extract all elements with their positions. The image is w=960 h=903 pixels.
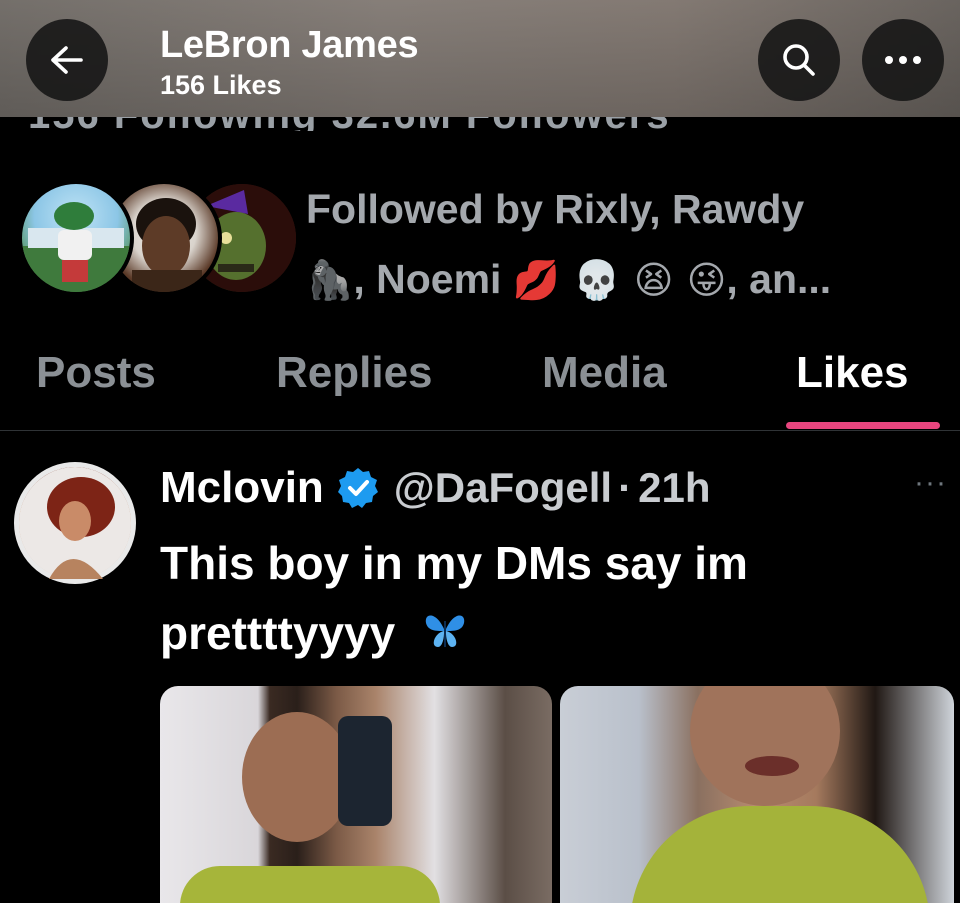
photo-lips <box>745 756 799 776</box>
more-horizontal-icon <box>885 56 921 64</box>
post-media <box>160 686 954 903</box>
followed-by-suffix: , an... <box>726 256 832 302</box>
photo-shirt <box>630 806 930 903</box>
profile-likes-screen: LeBron James 156 Likes 156 Following 32.… <box>0 0 960 903</box>
post-time[interactable]: 21h <box>638 464 710 512</box>
author-avatar[interactable] <box>14 462 136 584</box>
followers-you-know-avatars[interactable] <box>18 180 300 298</box>
arrow-left-icon <box>51 46 83 74</box>
tab-replies[interactable]: Replies <box>276 348 433 398</box>
profile-tabs: Posts Replies Media Likes <box>0 330 960 430</box>
tab-likes[interactable]: Likes <box>796 348 909 398</box>
followed-by-text[interactable]: Followed by Rixly, Rawdy 🦍, Noemi 💋 💀 😫 … <box>306 174 946 315</box>
mascot-image <box>22 202 130 292</box>
profile-header: LeBron James 156 Likes <box>0 0 960 117</box>
tab-posts[interactable]: Posts <box>36 348 156 398</box>
verified-badge-icon <box>336 466 380 510</box>
emoji-group: 💋 💀 😫 😜 <box>512 258 727 302</box>
post-text: This boy in my DMs say im prettttyyyy <box>160 528 940 672</box>
author-handle[interactable]: @DaFogell <box>394 464 612 512</box>
profile-name: LeBron James <box>160 24 419 66</box>
followed-by-names: Followed by Rixly, Rawdy <box>306 186 805 232</box>
likes-count: 156 Likes <box>160 70 282 100</box>
butterfly-emoji-icon <box>422 602 468 672</box>
photo-shirt <box>180 866 440 903</box>
more-options-button[interactable] <box>862 19 944 101</box>
post-photo[interactable] <box>160 686 552 903</box>
following-followers-text: 156 Following 32.6M Followers <box>28 117 768 131</box>
post-text-line-2: prettttyyyy <box>160 607 396 659</box>
post-more-icon[interactable]: ··· <box>914 466 947 500</box>
photo-face <box>242 712 352 842</box>
photo-face <box>690 686 840 806</box>
separator-dot: · <box>618 464 633 511</box>
author-name[interactable]: Mclovin <box>160 463 324 513</box>
author-photo <box>19 467 131 579</box>
following-followers-peek: 156 Following 32.6M Followers <box>28 117 768 131</box>
gorilla-emoji: 🦍 <box>306 258 354 302</box>
active-tab-indicator <box>786 422 940 429</box>
post-photo[interactable] <box>560 686 954 903</box>
search-button[interactable] <box>758 19 840 101</box>
back-button[interactable] <box>26 19 108 101</box>
tabs-divider <box>0 430 960 431</box>
followed-by-name-noemi: , Noemi <box>353 256 502 302</box>
post-header: Mclovin @DaFogell · 21h <box>160 460 710 516</box>
post-text-line-1: This boy in my DMs say im <box>160 537 748 589</box>
photo-phone <box>338 716 392 826</box>
search-icon <box>783 44 815 76</box>
follower-avatar[interactable] <box>18 180 134 296</box>
tab-media[interactable]: Media <box>542 348 667 398</box>
